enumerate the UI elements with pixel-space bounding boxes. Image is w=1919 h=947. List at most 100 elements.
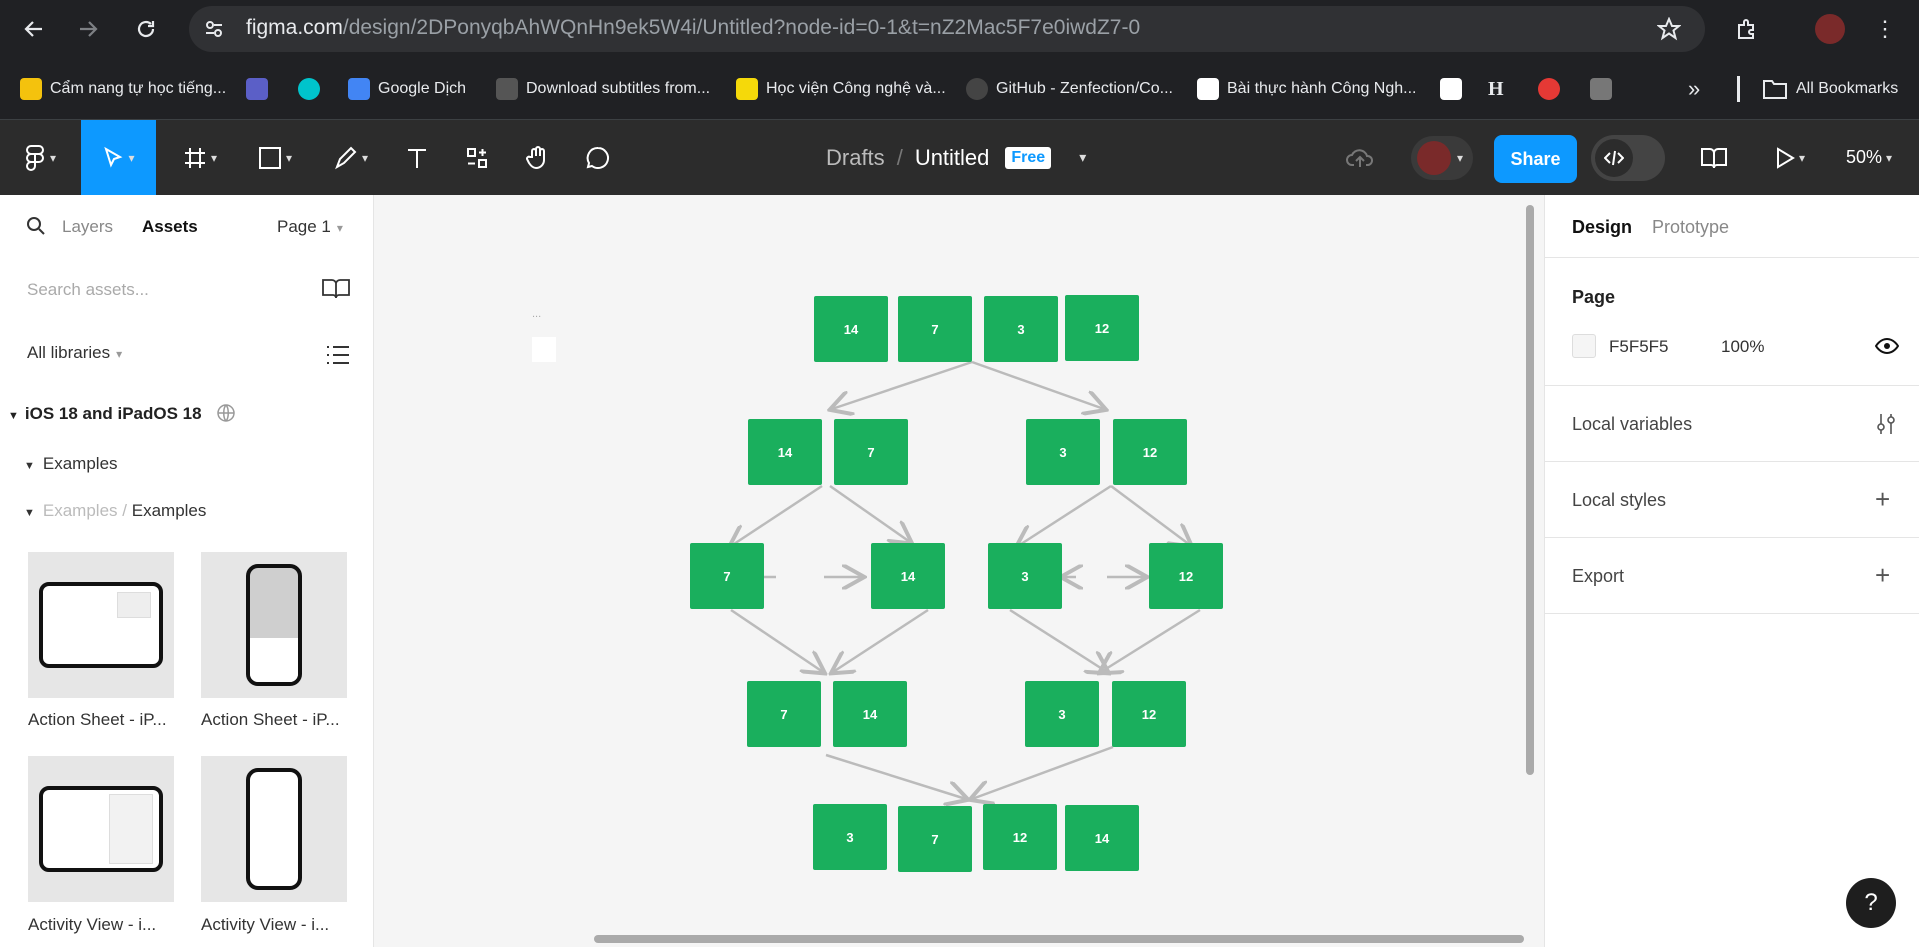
dev-mode-toggle[interactable]: [1590, 120, 1666, 195]
main-menu-button[interactable]: ▾: [10, 120, 70, 195]
asset-name: Action Sheet - iP...: [28, 710, 167, 729]
number-node[interactable]: 14: [833, 681, 907, 747]
number-node[interactable]: 3: [813, 804, 887, 870]
profile-avatar[interactable]: [1813, 12, 1847, 46]
present-button[interactable]: ▾: [1765, 120, 1815, 195]
libraries-filter[interactable]: All libraries ▾: [27, 343, 122, 363]
asset-thumbnail[interactable]: [28, 756, 174, 902]
chrome-menu-icon[interactable]: ⋮: [1868, 12, 1902, 46]
properties-panel: Design Prototype Page F5F5F5 100% Local …: [1544, 195, 1919, 947]
page-opacity-input[interactable]: 100%: [1721, 337, 1764, 357]
bookmark-item[interactable]: [1590, 76, 1612, 102]
library-group[interactable]: ▼ iOS 18 and iPadOS 18: [8, 403, 236, 424]
hand-tool-button[interactable]: [516, 120, 560, 195]
number-node[interactable]: 3: [984, 296, 1058, 362]
search-assets-input[interactable]: Search assets...: [27, 280, 149, 300]
bookmark-item[interactable]: [246, 76, 268, 102]
export-row[interactable]: Export +: [1545, 537, 1919, 613]
file-name[interactable]: Untitled: [915, 145, 990, 171]
shape-tool-button[interactable]: ▾: [242, 120, 308, 195]
asset-thumbnail[interactable]: [201, 756, 347, 902]
asset-subgroup[interactable]: ▼ Examples / Examples: [24, 501, 206, 521]
figma-toolbar: ▾ ▾ ▾ ▾ ▾ Drafts / Untitled Free ▾ ▾ ▾ 5…: [0, 120, 1919, 195]
number-node[interactable]: 12: [1065, 295, 1139, 361]
bookmark-item[interactable]: Học viện Công nghệ và...: [736, 76, 946, 102]
extensions-icon[interactable]: [1730, 12, 1764, 46]
more-bookmarks-button[interactable]: »: [1688, 76, 1700, 102]
vertical-scrollbar[interactable]: [1526, 205, 1534, 775]
bookmark-item[interactable]: [1440, 76, 1462, 102]
asset-thumbnail[interactable]: [201, 552, 347, 698]
drafts-link[interactable]: Drafts: [826, 145, 885, 171]
number-node[interactable]: 7: [898, 806, 972, 872]
back-icon[interactable]: [17, 12, 51, 46]
number-node[interactable]: 12: [1112, 681, 1186, 747]
help-button[interactable]: ?: [1846, 878, 1896, 928]
visibility-eye-icon[interactable]: [1874, 337, 1900, 360]
number-node[interactable]: 14: [814, 296, 888, 362]
horizontal-scrollbar[interactable]: [594, 935, 1524, 943]
tab-design[interactable]: Design: [1572, 217, 1632, 238]
asset-name: Activity View - i...: [28, 915, 157, 934]
variables-settings-icon[interactable]: [1875, 412, 1897, 441]
design-canvas[interactable]: ... 14 7 3 12 14 7 3 12 7 14 3 12 7 14 3…: [374, 195, 1544, 947]
local-variables-row[interactable]: Local variables: [1545, 385, 1919, 461]
number-node[interactable]: 3: [1026, 419, 1100, 485]
ipad-preview: [39, 786, 163, 872]
number-node[interactable]: 7: [747, 681, 821, 747]
plan-badge[interactable]: Free: [1005, 146, 1052, 169]
bookmark-item[interactable]: Google Dịch: [348, 76, 466, 102]
bookmark-item[interactable]: [298, 76, 320, 102]
collaborator-menu[interactable]: ▾: [1400, 120, 1484, 195]
reload-icon[interactable]: [129, 12, 163, 46]
number-node[interactable]: 7: [898, 296, 972, 362]
bookmark-item[interactable]: Bài thực hành Công Ngh...: [1197, 76, 1417, 102]
zoom-selector[interactable]: 50% ▾: [1834, 120, 1904, 195]
share-button[interactable]: Share: [1494, 135, 1577, 183]
tab-prototype[interactable]: Prototype: [1652, 217, 1729, 238]
number-node[interactable]: 12: [1113, 419, 1187, 485]
number-node[interactable]: 7: [834, 419, 908, 485]
bookmark-item[interactable]: Download subtitles from...: [496, 76, 710, 102]
search-icon[interactable]: [26, 216, 46, 241]
asset-group-examples[interactable]: ▼ Examples: [24, 454, 118, 474]
page-color-swatch[interactable]: [1572, 334, 1596, 358]
bookmark-star-icon[interactable]: [1656, 16, 1682, 46]
cursor-icon: [104, 146, 123, 168]
move-tool-button[interactable]: ▾: [81, 120, 156, 195]
comment-tool-button[interactable]: [576, 120, 620, 195]
text-tool-button[interactable]: [396, 120, 438, 195]
page-selector[interactable]: Page 1 ▾: [277, 217, 343, 237]
all-bookmarks-button[interactable]: All Bookmarks: [1762, 76, 1898, 102]
number-node[interactable]: 3: [988, 543, 1062, 609]
local-styles-row[interactable]: Local styles +: [1545, 461, 1919, 537]
frame-tool-button[interactable]: ▾: [170, 120, 230, 195]
number-node[interactable]: 12: [983, 804, 1057, 870]
page-color-input[interactable]: F5F5F5: [1609, 337, 1669, 357]
number-node[interactable]: 14: [748, 419, 822, 485]
number-node[interactable]: 12: [1149, 543, 1223, 609]
library-book-icon[interactable]: [321, 278, 351, 305]
number-node[interactable]: 3: [1025, 681, 1099, 747]
tab-assets[interactable]: Assets: [142, 217, 198, 237]
url-text[interactable]: figma.com/design/2DPonyqbAhWQnHn9ek5W4i/…: [246, 16, 1140, 40]
number-node[interactable]: 7: [690, 543, 764, 609]
number-node[interactable]: 14: [871, 543, 945, 609]
chevron-down-icon[interactable]: ▾: [1079, 149, 1086, 166]
bookmark-item[interactable]: [1538, 76, 1560, 102]
bookmark-item[interactable]: GitHub - Zenfection/Co...: [966, 76, 1173, 102]
add-style-plus-icon[interactable]: +: [1875, 486, 1890, 512]
bookmark-item[interactable]: Cẩm nang tự học tiếng...: [20, 76, 226, 102]
pen-tool-button[interactable]: ▾: [318, 120, 384, 195]
number-node[interactable]: 14: [1065, 805, 1139, 871]
resources-button[interactable]: [455, 120, 499, 195]
bookmark-item[interactable]: H: [1488, 76, 1504, 102]
asset-thumbnail[interactable]: [28, 552, 174, 698]
library-button[interactable]: [1698, 120, 1730, 195]
bookmark-favicon-icon: [1440, 78, 1462, 100]
add-export-plus-icon[interactable]: +: [1875, 562, 1890, 588]
site-settings-icon[interactable]: [203, 18, 225, 45]
forward-icon[interactable]: [71, 12, 105, 46]
tab-layers[interactable]: Layers: [62, 217, 113, 237]
list-view-icon[interactable]: [326, 344, 350, 371]
